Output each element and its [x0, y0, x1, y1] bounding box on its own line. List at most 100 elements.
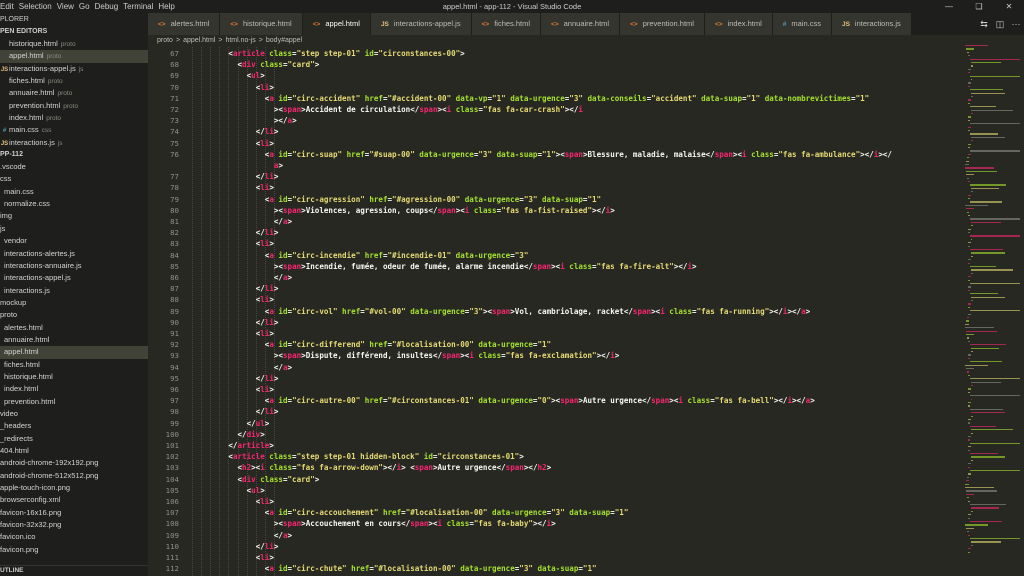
tree-item[interactable]: normalize.css: [0, 198, 148, 210]
code-token: data-conseils: [582, 93, 647, 103]
minimap-line: [968, 402, 971, 404]
minimap-line: [968, 306, 971, 309]
minimap-line: [967, 476, 970, 479]
tree-item[interactable]: annuaire.html: [0, 334, 148, 346]
tree-item[interactable]: video: [0, 408, 148, 420]
minimap-line: [968, 289, 971, 292]
tree-item[interactable]: index.html: [0, 383, 148, 395]
tree-item[interactable]: mockup: [0, 297, 148, 309]
tab-appel-html[interactable]: <> appel.html: [302, 13, 371, 35]
code-token: id: [419, 452, 433, 462]
tab-interactions-appel-js[interactable]: JS interactions-appel.js: [370, 13, 472, 35]
minimize-icon[interactable]: —: [934, 0, 964, 13]
tree-item[interactable]: prevention.html: [0, 396, 148, 408]
tab-prevention-html[interactable]: <> prevention.html: [620, 13, 705, 35]
minimap[interactable]: [958, 35, 1024, 576]
code-token: ></: [592, 205, 606, 215]
code-token: "#localisation-00": [405, 508, 488, 518]
tab-annuaire-html[interactable]: <> annuaire.html: [541, 13, 621, 35]
breadcrumb-item[interactable]: proto: [157, 37, 173, 44]
line-number: 76: [170, 149, 179, 159]
breadcrumb-item[interactable]: body#appel: [266, 37, 302, 44]
tab-main-css[interactable]: # main.css: [772, 13, 832, 35]
close-icon[interactable]: ✕: [994, 0, 1024, 13]
code-token: </: [237, 429, 247, 439]
tab-historique-html[interactable]: <> historique.html: [220, 13, 303, 35]
tree-item[interactable]: android-chrome-512x512.png: [0, 470, 148, 482]
breadcrumb-item[interactable]: html.no-js: [225, 37, 255, 44]
project-header[interactable]: PP-112: [0, 149, 148, 161]
tree-item[interactable]: interactions-appel.js: [0, 272, 148, 284]
tree-item[interactable]: apple-touch-icon.png: [0, 482, 148, 494]
minimap-line: [969, 408, 1003, 411]
tree-item[interactable]: favicon.ico: [0, 531, 148, 543]
tree-item[interactable]: historique.html: [0, 371, 148, 383]
tree-item[interactable]: css: [0, 173, 148, 185]
js-file-icon: JS: [0, 140, 9, 147]
code-line: 76 <a id="circ-suap" href="#suap-00" data…: [148, 149, 958, 160]
tree-item[interactable]: main.css: [0, 186, 148, 198]
breadcrumb-item[interactable]: appel.html: [183, 37, 215, 44]
menu-item-selection[interactable]: Selection: [19, 0, 57, 13]
open-editor-item[interactable]: # main.css css: [0, 124, 148, 136]
open-editor-item[interactable]: JSinteractions.js js: [0, 137, 148, 149]
tree-item[interactable]: android-chrome-192x192.png: [0, 457, 148, 469]
menu-item-debug[interactable]: Debug: [95, 0, 124, 13]
open-editor-item[interactable]: prevention.html proto: [0, 100, 148, 112]
code-text: <article class="step step-01" id="circon…: [228, 48, 464, 59]
tree-item[interactable]: .vscode: [0, 161, 148, 173]
open-editors-header[interactable]: PEN EDITORS: [0, 26, 148, 38]
menu-item-view[interactable]: View: [57, 0, 79, 13]
code-token: "circ-differend": [292, 340, 365, 350]
code-token: >: [269, 82, 274, 92]
split-editor-icon[interactable]: ◫: [992, 13, 1008, 35]
tree-item[interactable]: interactions-alertes.js: [0, 248, 148, 260]
tree-item[interactable]: alertes.html: [0, 322, 148, 334]
tab-alertes-html[interactable]: <> alertes.html: [148, 13, 221, 35]
menu-item-terminal[interactable]: Terminal: [123, 0, 158, 13]
menu-item-help[interactable]: Help: [158, 0, 179, 13]
open-editor-item[interactable]: fiches.html proto: [0, 75, 148, 87]
tree-item[interactable]: appel.html: [0, 346, 148, 359]
tree-item[interactable]: favicon-32x32.png: [0, 519, 148, 531]
tree-item[interactable]: fiches.html: [0, 359, 148, 371]
tree-item[interactable]: proto: [0, 309, 148, 321]
line-number: 77: [170, 172, 179, 182]
code-editor[interactable]: 67 <article class="step step-01" id="circ…: [148, 47, 958, 576]
code-token: >: [269, 239, 274, 249]
code-line: 92 <a id="circ-differend" href="#localisa…: [148, 339, 958, 350]
minimap-line: [967, 497, 969, 499]
tree-item[interactable]: interactions-annuaire.js: [0, 260, 148, 272]
tree-item[interactable]: favicon.png: [0, 544, 148, 556]
open-editor-item[interactable]: index.html proto: [0, 112, 148, 124]
tree-item[interactable]: 404.html: [0, 445, 148, 457]
code-token: >: [273, 317, 279, 327]
tab-index-html[interactable]: <> index.html: [704, 13, 773, 35]
tree-item[interactable]: vendor: [0, 235, 148, 247]
outline-header[interactable]: UTLINE: [0, 565, 148, 576]
tab-interactions-js[interactable]: JS interactions.js: [831, 13, 912, 35]
tree-item[interactable]: interactions.js: [0, 285, 148, 297]
html-file-icon: <>: [481, 21, 490, 28]
more-actions-icon[interactable]: ···: [1008, 13, 1024, 35]
tree-item[interactable]: js: [0, 223, 148, 235]
open-editor-item[interactable]: historique.html proto: [0, 38, 148, 50]
open-editor-item[interactable]: annuaire.html proto: [0, 87, 148, 99]
menu-item-edit[interactable]: Edit: [0, 0, 19, 13]
restore-icon[interactable]: ❑: [964, 0, 994, 13]
open-editor-item[interactable]: appel.html proto: [0, 50, 148, 63]
minimap-line: [970, 136, 1005, 139]
minimap-line: [968, 116, 971, 118]
menu-item-go[interactable]: Go: [79, 0, 95, 13]
tree-item[interactable]: _redirects: [0, 433, 148, 445]
code-token: "circ-accident": [292, 93, 361, 103]
tree-item-label: annuaire.html: [4, 334, 50, 344]
code-token: "circ-vol": [292, 306, 338, 316]
open-editor-item[interactable]: JSinteractions-appel.js js: [0, 63, 148, 75]
tree-item[interactable]: img: [0, 210, 148, 222]
tree-item[interactable]: _headers: [0, 420, 148, 432]
tab-fiches-html[interactable]: <> fiches.html: [471, 13, 542, 35]
tree-item[interactable]: browserconfig.xml: [0, 494, 148, 506]
compare-icon[interactable]: ⇆: [976, 13, 992, 35]
tree-item[interactable]: favicon-16x16.png: [0, 507, 148, 519]
